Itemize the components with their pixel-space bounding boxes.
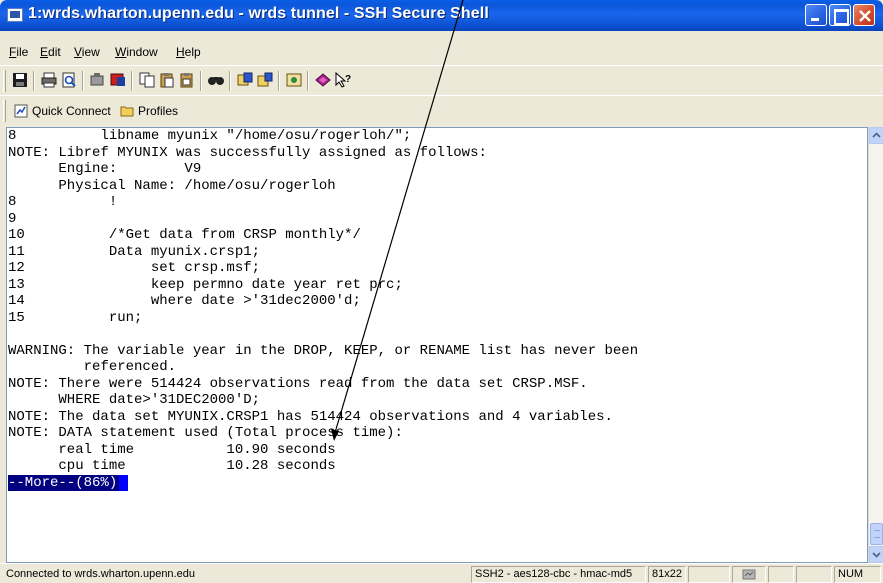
- terminal-line: 12 set crsp.msf;: [8, 260, 261, 276]
- status-lock-cell: [732, 566, 766, 583]
- encryption-icon: [742, 569, 756, 580]
- toolbar-separator: [307, 71, 309, 91]
- chevron-up-icon: [872, 132, 881, 138]
- menu-help[interactable]: Help: [176, 45, 201, 59]
- connection-status: Connected to wrds.wharton.upenn.edu: [6, 568, 195, 580]
- terminal-line: NOTE: Libref MYUNIX was successfully ass…: [8, 144, 487, 161]
- toolbar-separator: [131, 71, 133, 91]
- status-bar: Connected to wrds.wharton.upenn.edu SSH2…: [0, 563, 883, 583]
- terminal-line: Engine: V9: [8, 161, 202, 177]
- paste-alt-icon[interactable]: [178, 71, 196, 89]
- toolbar-grip[interactable]: [3, 100, 6, 122]
- close-button[interactable]: [853, 4, 875, 26]
- text-cursor: [119, 474, 129, 491]
- terminal-line: 11 Data myunix.crsp1;: [8, 243, 261, 260]
- maximize-button[interactable]: [829, 4, 851, 26]
- toolbar-separator: [82, 71, 84, 91]
- help-book-icon[interactable]: [314, 71, 332, 89]
- status-blank-2: [768, 566, 794, 583]
- terminal-app-icon[interactable]: [7, 8, 23, 22]
- status-blank-1: [688, 566, 730, 583]
- chevron-down-icon: [872, 552, 881, 558]
- paste-icon[interactable]: [158, 71, 176, 89]
- copy-icon[interactable]: [138, 71, 156, 89]
- context-help-icon[interactable]: ?: [334, 71, 352, 89]
- window-title: 1:wrds.wharton.upenn.edu - wrds tunnel -…: [28, 5, 489, 22]
- terminal-line: WARNING: The variable year in the DROP, …: [8, 342, 639, 359]
- vertical-scrollbar[interactable]: [868, 127, 883, 563]
- menu-view[interactable]: View: [74, 45, 100, 59]
- terminal-output[interactable]: 8 libname myunix "/home/osu/rogerloh/"; …: [6, 127, 868, 563]
- toolbar-separator: [278, 71, 280, 91]
- quick-connect-icon: [14, 104, 28, 118]
- scrollbar-thumb[interactable]: [870, 523, 883, 545]
- ssh-window: 1:wrds.wharton.upenn.edu - wrds tunnel -…: [0, 0, 883, 583]
- print-preview-icon[interactable]: [60, 71, 78, 89]
- quick-connect-label: Quick Connect: [32, 104, 111, 118]
- menu-file[interactable]: File: [9, 45, 28, 59]
- terminal-line: 14 where date >'31dec2000'd;: [8, 293, 361, 309]
- terminal-line: 15 run;: [8, 309, 143, 326]
- terminal-line: NOTE: DATA statement used (Total process…: [8, 425, 403, 441]
- new-terminal-icon[interactable]: [109, 71, 127, 89]
- terminal-line: 8 libname myunix "/home/osu/rogerloh/";: [8, 128, 412, 144]
- title-bar[interactable]: 1:wrds.wharton.upenn.edu - wrds tunnel -…: [0, 0, 883, 31]
- toolbar-separator: [33, 71, 35, 91]
- terminal-line: NOTE: There were 514424 observations rea…: [8, 375, 588, 392]
- terminal-line: Physical Name: /home/osu/rogerloh: [8, 177, 336, 194]
- scroll-up-button[interactable]: [869, 127, 883, 144]
- terminal-line: 13 keep permno date year ret prc;: [8, 276, 403, 293]
- menu-bar: File Edit View Window Help: [0, 31, 883, 65]
- terminal-size-status: 81x22: [648, 566, 686, 583]
- terminal-line: 9: [8, 210, 17, 227]
- disconnect-icon[interactable]: [89, 71, 107, 89]
- status-blank-3: [796, 566, 832, 583]
- minimize-button[interactable]: [805, 4, 827, 26]
- svg-text:?: ?: [345, 74, 351, 85]
- cipher-status: SSH2 - aes128-cbc - hmac-md5: [471, 566, 646, 583]
- find-icon[interactable]: [207, 71, 225, 89]
- save-icon[interactable]: [11, 71, 29, 89]
- terminal-line: real time 10.90 seconds: [8, 441, 336, 458]
- terminal-line: 8 !: [8, 194, 118, 210]
- toolbar-grip[interactable]: [3, 70, 6, 92]
- terminal-line: cpu time 10.28 seconds: [8, 458, 336, 474]
- menu-edit[interactable]: Edit: [40, 45, 61, 59]
- terminal-line: NOTE: The data set MYUNIX.CRSP1 has 5144…: [8, 408, 613, 425]
- toolbar-separator: [229, 71, 231, 91]
- print-icon[interactable]: [40, 71, 58, 89]
- scroll-down-button[interactable]: [869, 546, 883, 563]
- more-prompt: --More--(86%): [8, 474, 120, 491]
- terminal-line: 10 /*Get data from CRSP monthly*/: [8, 227, 361, 243]
- settings-icon[interactable]: [285, 71, 303, 89]
- more-prompt-line: --More--(86%): [8, 474, 867, 492]
- terminal-line: WHERE date>'31DEC2000'D;: [8, 392, 261, 408]
- profiles-label: Profiles: [138, 104, 179, 118]
- profiles-toolbar: Quick Connect Profiles: [0, 95, 883, 125]
- folder-icon: [120, 106, 134, 117]
- close-icon: [859, 10, 871, 22]
- terminal-line: referenced.: [8, 359, 177, 375]
- menu-window[interactable]: Window: [115, 45, 158, 59]
- new-file-transfer-icon[interactable]: [236, 71, 254, 89]
- num-lock-status: NUM: [834, 566, 881, 583]
- file-transfer-icon[interactable]: [256, 71, 274, 89]
- main-toolbar: ?: [0, 65, 883, 95]
- toolbar-separator: [200, 71, 202, 91]
